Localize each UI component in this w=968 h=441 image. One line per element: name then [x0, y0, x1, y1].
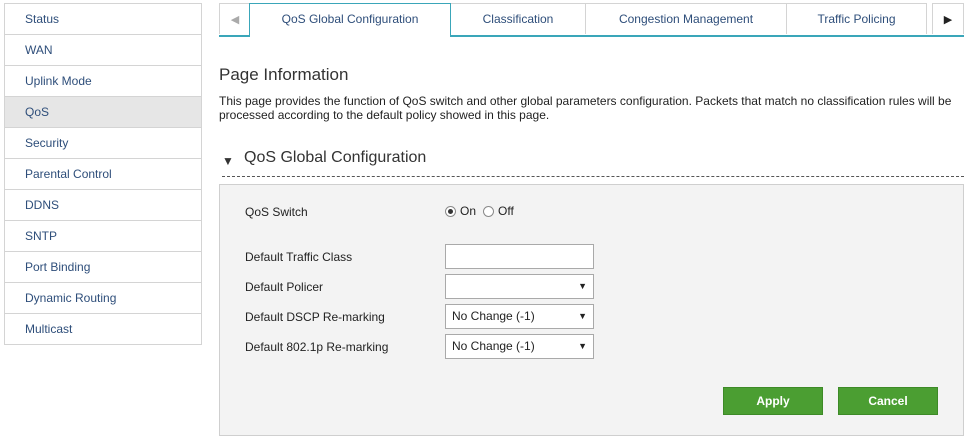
sidebar-item-parental-control[interactable]: Parental Control [5, 159, 201, 190]
default-traffic-class-label: Default Traffic Class [245, 250, 353, 264]
sidebar-item-status[interactable]: Status [5, 4, 201, 35]
tab-scroll-left-button[interactable]: ◀ [219, 3, 251, 34]
section-title: QoS Global Configuration [244, 149, 427, 166]
chevron-down-icon: ▼ [578, 281, 587, 291]
tab-congestion-management[interactable]: Congestion Management [585, 3, 787, 34]
triangle-right-icon: ▶ [943, 13, 953, 26]
default-policer-select[interactable]: ▼ [445, 274, 594, 299]
default-dscp-value: No Change (-1) [452, 309, 535, 323]
apply-button[interactable]: Apply [723, 387, 823, 415]
cancel-button[interactable]: Cancel [838, 387, 938, 415]
qos-switch-off-radio[interactable] [483, 205, 495, 217]
default-8021p-value: No Change (-1) [452, 339, 535, 353]
tab-classification[interactable]: Classification [450, 3, 586, 34]
sidebar-item-wan[interactable]: WAN [5, 35, 201, 66]
sidebar-item-sntp[interactable]: SNTP [5, 221, 201, 252]
default-8021p-select[interactable]: No Change (-1) ▼ [445, 334, 594, 359]
sidebar-item-dynamic-routing[interactable]: Dynamic Routing [5, 283, 201, 314]
default-policer-label: Default Policer [245, 280, 324, 294]
sidebar-item-security[interactable]: Security [5, 128, 201, 159]
tab-qos-global-configuration[interactable]: QoS Global Configuration [249, 3, 451, 37]
qos-switch-label: QoS Switch [245, 205, 308, 219]
triangle-down-icon[interactable]: ▼ [222, 154, 234, 168]
qos-switch-on-radio[interactable] [445, 205, 456, 217]
qos-switch-radio-group: On Off [445, 204, 521, 218]
triangle-left-icon: ◀ [230, 13, 240, 26]
tab-bar: ◀ QoS Global Configuration Classificatio… [219, 3, 964, 37]
section-header[interactable]: ▼ QoS Global Configuration [222, 148, 964, 177]
qos-switch-on-label[interactable]: On [460, 204, 476, 218]
default-8021p-label: Default 802.1p Re-marking [245, 340, 389, 354]
sidebar-item-ddns[interactable]: DDNS [5, 190, 201, 221]
default-dscp-label: Default DSCP Re-marking [245, 310, 385, 324]
sidebar-nav: Status WAN Uplink Mode QoS Security Pare… [4, 3, 202, 345]
default-traffic-class-input[interactable] [445, 244, 594, 269]
sidebar-item-qos[interactable]: QoS [5, 97, 201, 128]
sidebar-item-uplink-mode[interactable]: Uplink Mode [5, 66, 201, 97]
qos-config-panel: QoS Switch On Off Default Traffic Class … [219, 184, 964, 436]
sidebar-item-multicast[interactable]: Multicast [5, 314, 201, 345]
chevron-down-icon: ▼ [578, 341, 587, 351]
tab-traffic-policing[interactable]: Traffic Policing [786, 3, 927, 34]
page-title: Page Information [219, 65, 349, 84]
page-description: This page provides the function of QoS s… [219, 94, 952, 122]
chevron-down-icon: ▼ [578, 311, 587, 321]
sidebar-item-port-binding[interactable]: Port Binding [5, 252, 201, 283]
default-dscp-select[interactable]: No Change (-1) ▼ [445, 304, 594, 329]
tab-scroll-right-button[interactable]: ▶ [932, 3, 964, 34]
qos-switch-off-label[interactable]: Off [498, 204, 514, 218]
